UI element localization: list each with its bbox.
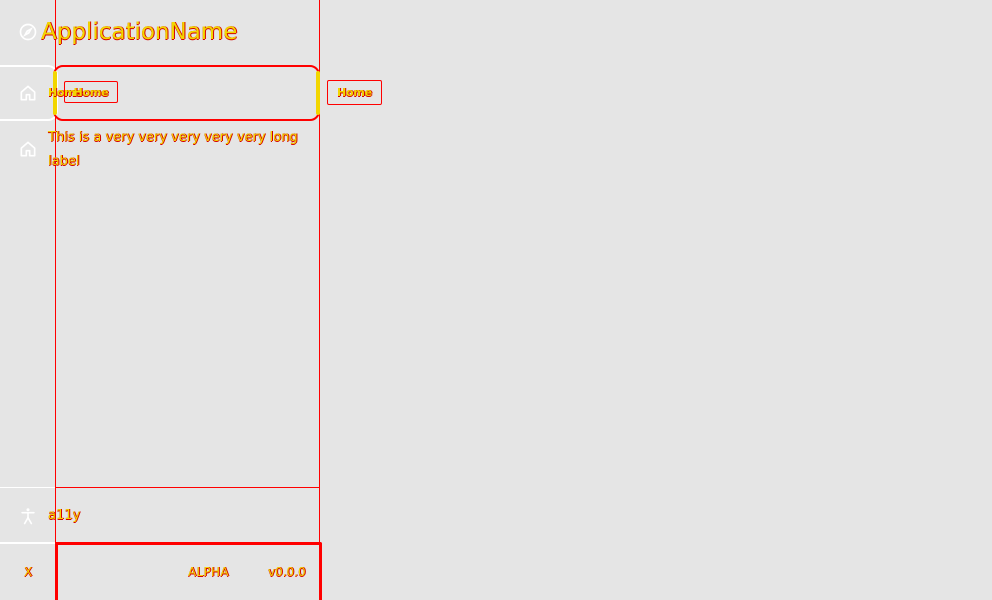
nav-item-long-label[interactable]: This is a very very very very very long … (48, 126, 298, 174)
version-label: v0.0.0 (268, 565, 306, 579)
a11y-label[interactable]: a11y (48, 507, 80, 525)
rail-bottom-divider (0, 542, 55, 544)
close-button[interactable]: X (24, 563, 32, 581)
detached-home-chip[interactable]: Home (327, 80, 382, 105)
app-title: ApplicationName (41, 19, 238, 45)
compass-icon (16, 20, 40, 44)
home-icon[interactable] (16, 137, 40, 161)
accessibility-icon[interactable] (16, 504, 40, 528)
nav-item-home-chip: Home (64, 81, 118, 103)
rail-footer-divider (0, 487, 55, 488)
release-channel-label: ALPHA (188, 565, 229, 579)
